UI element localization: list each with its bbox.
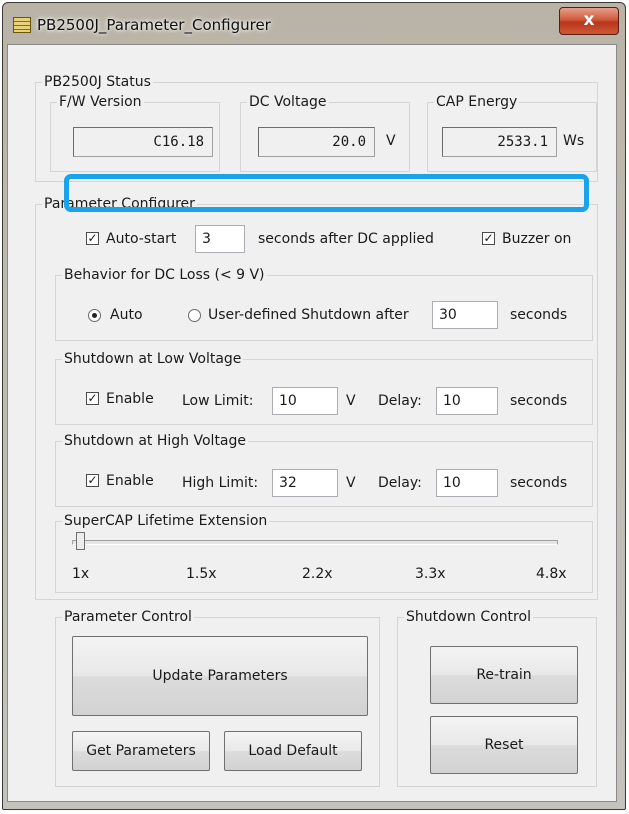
lifetime-tick: 1.5x <box>186 566 217 582</box>
retrain-label: Re-train <box>476 667 532 683</box>
lifetime-tick: 4.8x <box>536 566 567 582</box>
cap-energy-label: CAP Energy <box>434 93 520 111</box>
low-voltage-enable-label: Enable <box>106 391 154 407</box>
high-limit-input[interactable]: 32 <box>272 469 338 497</box>
low-voltage-label: Shutdown at Low Voltage <box>62 350 244 368</box>
low-delay-input[interactable]: 10 <box>436 387 498 415</box>
load-default-button[interactable]: Load Default <box>224 731 362 771</box>
close-button[interactable]: x <box>559 7 619 35</box>
cap-energy-unit: Ws <box>563 133 585 149</box>
get-parameters-button[interactable]: Get Parameters <box>72 731 210 771</box>
check-icon: ✓ <box>87 231 98 245</box>
title-bar[interactable]: PB2500J_Parameter_Configurer x <box>3 3 625 47</box>
low-limit-unit: V <box>346 393 356 409</box>
user-defined-radio[interactable] <box>188 309 201 322</box>
buzzer-checkbox[interactable]: ✓ <box>482 232 495 245</box>
retrain-button[interactable]: Re-train <box>430 646 578 704</box>
autostart-label: Auto-start <box>106 231 177 247</box>
dc-voltage-unit: V <box>386 133 396 149</box>
high-limit-unit: V <box>346 475 356 491</box>
low-limit-label: Low Limit: <box>182 393 254 409</box>
high-limit-label: High Limit: <box>182 475 259 491</box>
get-parameters-label: Get Parameters <box>86 743 196 759</box>
app-icon <box>13 17 31 33</box>
dc-loss-unit: seconds <box>510 307 568 323</box>
lifetime-tick: 2.2x <box>302 566 333 582</box>
low-limit-input[interactable]: 10 <box>272 387 338 415</box>
autostart-suffix: seconds after DC applied <box>258 231 434 247</box>
reset-button[interactable]: Reset <box>430 716 578 774</box>
cap-energy-field: 2533.1 <box>442 127 557 157</box>
load-default-label: Load Default <box>248 743 338 759</box>
lifetime-slider-thumb[interactable] <box>76 532 85 550</box>
update-parameters-label: Update Parameters <box>152 668 288 684</box>
parameter-control-label: Parameter Control <box>62 608 194 626</box>
buzzer-label: Buzzer on <box>502 231 572 247</box>
fw-version-label: F/W Version <box>57 93 144 111</box>
dc-loss-label: Behavior for DC Loss (< 9 V) <box>62 266 267 284</box>
check-icon: ✓ <box>87 473 98 487</box>
reset-label: Reset <box>484 737 524 753</box>
lifetime-slider-track[interactable] <box>72 540 558 545</box>
autostart-seconds-input[interactable]: 3 <box>195 225 245 253</box>
high-delay-label: Delay: <box>378 475 422 491</box>
lifetime-label: SuperCAP Lifetime Extension <box>62 512 270 530</box>
close-icon: x <box>583 10 595 30</box>
dc-loss-seconds-input[interactable]: 30 <box>432 301 498 329</box>
high-voltage-enable-checkbox[interactable]: ✓ <box>86 474 99 487</box>
autostart-checkbox[interactable]: ✓ <box>86 232 99 245</box>
auto-radio[interactable] <box>88 309 101 322</box>
low-voltage-enable-checkbox[interactable]: ✓ <box>86 392 99 405</box>
update-parameters-button[interactable]: Update Parameters <box>72 636 368 716</box>
check-icon: ✓ <box>483 231 494 245</box>
highlight-box <box>64 174 589 212</box>
shutdown-control-label: Shutdown Control <box>404 608 533 626</box>
high-delay-unit: seconds <box>510 475 568 491</box>
dc-voltage-label: DC Voltage <box>247 93 329 111</box>
window-title: PB2500J_Parameter_Configurer <box>37 16 271 34</box>
dc-voltage-field: 20.0 <box>258 127 375 157</box>
high-voltage-enable-label: Enable <box>106 473 154 489</box>
low-delay-label: Delay: <box>378 393 422 409</box>
user-defined-label: User-defined Shutdown after <box>208 307 409 323</box>
fw-version-field: C16.18 <box>73 127 213 157</box>
high-voltage-label: Shutdown at High Voltage <box>62 432 249 450</box>
auto-radio-label: Auto <box>110 307 143 323</box>
status-group-label: PB2500J Status <box>42 73 153 91</box>
high-delay-input[interactable]: 10 <box>436 469 498 497</box>
check-icon: ✓ <box>87 391 98 405</box>
lifetime-tick: 1x <box>72 566 90 582</box>
low-delay-unit: seconds <box>510 393 568 409</box>
lifetime-tick: 3.3x <box>415 566 446 582</box>
